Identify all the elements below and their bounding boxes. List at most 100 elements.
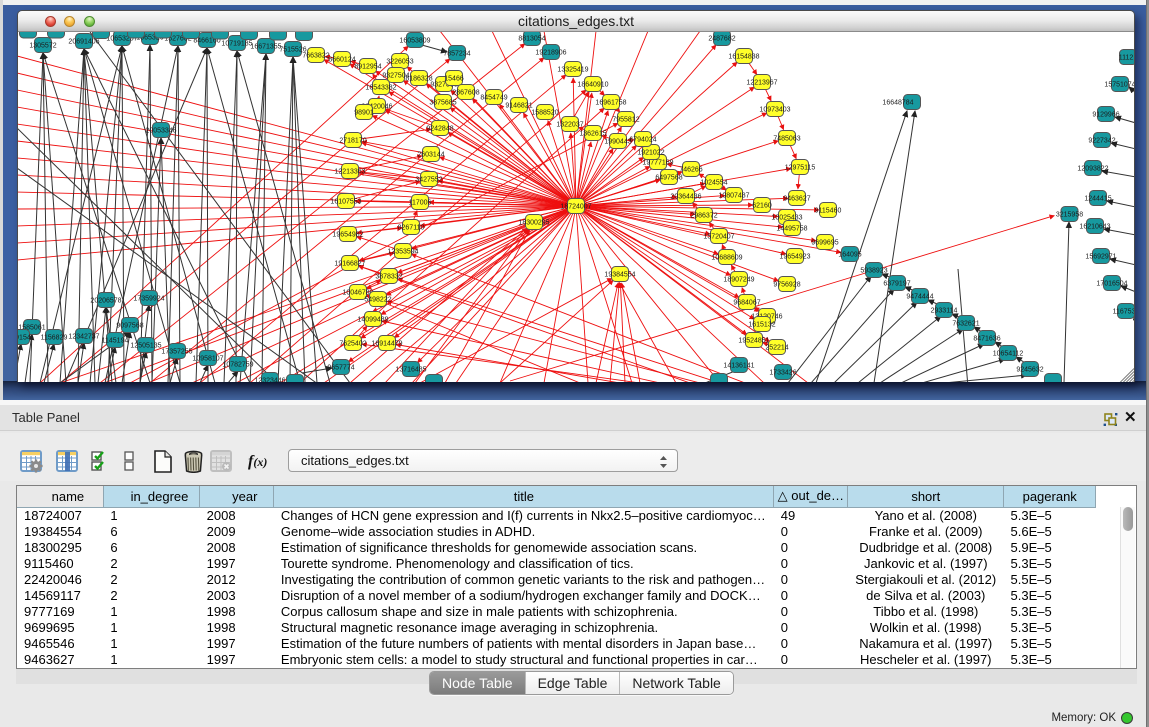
svg-text:1156829: 1156829 [41,335,68,342]
svg-text:16671355: 16671355 [250,44,281,51]
svg-text:9146821: 9146821 [505,103,532,110]
svg-text:20364436: 20364436 [670,194,701,201]
svg-text:12213967: 12213967 [746,80,777,87]
svg-text:98901: 98901 [354,110,374,117]
svg-text:8660124: 8660124 [328,57,355,64]
svg-text:18640910: 18640910 [577,82,608,89]
svg-text:9115460: 9115460 [815,208,842,215]
svg-text:8267110: 8267110 [398,225,425,232]
svg-text:19654923: 19654923 [779,254,810,261]
svg-text:17359924: 17359924 [133,296,164,303]
svg-text:7485063: 7485063 [773,136,800,143]
svg-text:1921022: 1921022 [637,150,664,157]
svg-text:16543382: 16543382 [365,85,396,92]
svg-text:16053809: 16053809 [399,38,430,45]
svg-text:1244415: 1244415 [1084,196,1111,203]
svg-text:14136141: 14136141 [723,363,754,370]
svg-text:15751074: 15751074 [1104,82,1134,89]
svg-text:16107553: 16107553 [330,199,361,206]
svg-text:18300295: 18300295 [518,220,549,227]
svg-text:19654982: 19654982 [332,232,363,239]
svg-text:6497568: 6497568 [655,175,682,182]
svg-text:18907249: 18907249 [723,277,754,284]
svg-text:12323446: 12323446 [254,378,285,383]
svg-text:252214: 252214 [765,345,788,352]
svg-text:10807487: 10807487 [718,193,749,200]
svg-text:164095: 164095 [838,252,861,259]
svg-text:2867608: 2867608 [452,90,479,97]
svg-text:15466: 15466 [444,76,464,83]
svg-text:9657774: 9657774 [327,365,354,372]
svg-text:6794024: 6794024 [629,137,656,144]
svg-text:13325419: 13325419 [557,67,588,74]
svg-text:9474444: 9474444 [906,294,933,301]
svg-text:1322037: 1322037 [556,122,583,129]
svg-text:3878332: 3878332 [375,274,402,281]
svg-text:17357255: 17357255 [161,349,192,356]
svg-text:1145194: 1145194 [102,338,129,345]
svg-text:17016504: 17016504 [1096,281,1127,288]
svg-text:8186328: 8186328 [405,76,432,83]
svg-text:19384554: 19384554 [604,272,635,279]
svg-text:8912954: 8912954 [354,64,381,71]
svg-text:12342737: 12342737 [68,334,99,341]
svg-text:14495758: 14495758 [776,226,807,233]
svg-text:9699695: 9699695 [811,240,838,247]
svg-text:19524851: 19524851 [738,338,769,345]
svg-text:16961758: 16961758 [595,100,626,107]
svg-text:2487682: 2487682 [708,36,735,43]
svg-text:746266: 746266 [679,167,702,174]
svg-text:1588520: 1588520 [531,110,558,117]
svg-text:1305572: 1305572 [29,43,56,50]
svg-text:15720407: 15720407 [703,234,734,241]
svg-text:20206578: 20206578 [90,298,121,305]
svg-text:9227342: 9227342 [1088,138,1115,145]
svg-text:19777169: 19777169 [642,160,673,167]
svg-text:9756928: 9756928 [773,282,800,289]
svg-text:9129966: 9129966 [1092,112,1119,119]
svg-text:8454749: 8454749 [480,95,507,102]
svg-text:19218906: 19218906 [535,50,566,57]
svg-text:1167534: 1167534 [1113,309,1134,316]
svg-text:9684067: 9684067 [733,300,760,307]
svg-text:10958107: 10958107 [192,356,223,363]
svg-text:7625402: 7625402 [339,341,366,348]
svg-text:3215958: 3215958 [1056,212,1083,219]
svg-text:9463627: 9463627 [783,196,810,203]
svg-text:1615132: 1615132 [748,322,775,329]
svg-text:15692971: 15692971 [1085,254,1116,261]
svg-text:2718170: 2718170 [339,138,366,145]
svg-text:3875685: 3875685 [429,100,456,107]
svg-text:12213363: 12213363 [334,169,365,176]
svg-text:1362615: 1362615 [579,131,606,138]
svg-text:14099489: 14099489 [357,317,388,324]
svg-text:1733426: 1733426 [769,370,796,377]
svg-text:20053346: 20053346 [145,128,176,135]
svg-text:10688609: 10688609 [711,255,742,262]
svg-text:7663822: 7663822 [302,53,329,60]
svg-text:117006: 117006 [409,200,432,207]
svg-text:5938923: 5938923 [860,268,887,275]
svg-text:12353594: 12353594 [387,249,418,256]
svg-text:9245632: 9245632 [1016,367,1043,374]
svg-text:12093822: 12093822 [1077,166,1108,173]
svg-text:12505135: 12505135 [130,343,161,350]
svg-text:2986372: 2986372 [690,213,717,220]
svg-text:2603144: 2603144 [417,152,444,159]
svg-text:10782759: 10782759 [222,362,253,369]
svg-text:7632621: 7632621 [952,321,979,328]
svg-text:16154838: 16154838 [728,54,759,61]
svg-text:10046788: 10046788 [342,290,373,297]
svg-text:5498222: 5498222 [364,297,391,304]
svg-text:8471636: 8471636 [973,336,1000,343]
svg-text:7857234: 7857234 [443,51,470,58]
svg-text:3427552: 3427552 [415,177,442,184]
svg-text:9097568: 9097568 [116,323,143,330]
svg-text:10719185: 10719185 [221,41,252,48]
svg-text:2933114: 2933114 [931,308,958,315]
svg-text:19166827: 19166827 [334,261,365,268]
svg-text:16210643: 16210643 [1079,224,1110,231]
svg-text:1990443: 1990443 [604,139,631,146]
svg-text:10973403: 10973403 [759,107,790,114]
svg-text:11121: 11121 [1119,55,1134,62]
